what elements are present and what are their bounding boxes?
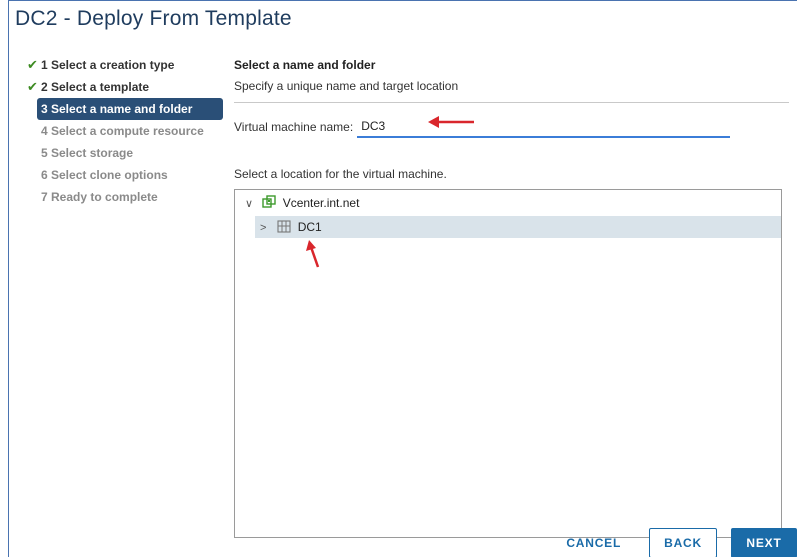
step-1[interactable]: ✔ 1 Select a creation type xyxy=(17,54,232,76)
vcenter-icon xyxy=(262,195,277,208)
step-2[interactable]: ✔ 2 Select a template xyxy=(17,76,232,98)
step-label: 1 Select a creation type xyxy=(41,58,175,72)
section-heading: Select a name and folder xyxy=(234,58,376,72)
annotation-arrow-icon xyxy=(306,240,320,268)
tree-node-label: Vcenter.int.net xyxy=(282,196,360,210)
dialog-footer: CANCEL BACK NEXT xyxy=(552,528,797,557)
vm-name-input[interactable] xyxy=(357,116,731,138)
chevron-down-icon[interactable]: ∨ xyxy=(245,193,259,215)
chevron-right-icon[interactable]: > xyxy=(260,217,274,239)
dialog-title: DC2 - Deploy From Template xyxy=(15,7,292,30)
location-label: Select a location for the virtual machin… xyxy=(234,167,447,181)
tree-node-label: DC1 xyxy=(297,220,322,234)
checkmark-icon: ✔ xyxy=(27,79,38,94)
step-7: 7 Ready to complete xyxy=(17,186,232,208)
cancel-button[interactable]: CANCEL xyxy=(552,528,635,557)
step-label: 2 Select a template xyxy=(41,80,150,94)
step-4: 4 Select a compute resource xyxy=(17,120,232,142)
step-content: Select a name and folder Specify a uniqu… xyxy=(234,54,789,538)
step-6: 6 Select clone options xyxy=(17,164,232,186)
step-label: 5 Select storage xyxy=(41,146,134,160)
annotation-arrow-icon xyxy=(428,116,474,128)
tree-node-dc1[interactable]: > DC1 xyxy=(255,216,781,238)
deploy-from-template-dialog: DC2 - Deploy From Template ✔ 1 Select a … xyxy=(8,0,797,557)
step-label: 3 Select a name and folder xyxy=(41,102,193,116)
checkmark-icon: ✔ xyxy=(27,57,38,72)
divider xyxy=(234,102,789,103)
vm-name-label: Virtual machine name: xyxy=(234,120,354,134)
step-5: 5 Select storage xyxy=(17,142,232,164)
step-label: 6 Select clone options xyxy=(41,168,168,182)
step-label: 7 Ready to complete xyxy=(41,190,158,204)
back-button[interactable]: BACK xyxy=(649,528,717,557)
datacenter-icon xyxy=(277,220,291,233)
vm-name-row: Virtual machine name: xyxy=(234,112,731,138)
step-label: 4 Select a compute resource xyxy=(41,124,204,138)
next-button[interactable]: NEXT xyxy=(731,528,797,557)
tree-node-vcenter[interactable]: ∨ Vcenter.int.net xyxy=(235,192,781,214)
step-3[interactable]: 3 Select a name and folder xyxy=(37,98,223,120)
section-subheading: Specify a unique name and target locatio… xyxy=(234,79,459,93)
wizard-steps: ✔ 1 Select a creation type ✔ 2 Select a … xyxy=(17,54,232,208)
